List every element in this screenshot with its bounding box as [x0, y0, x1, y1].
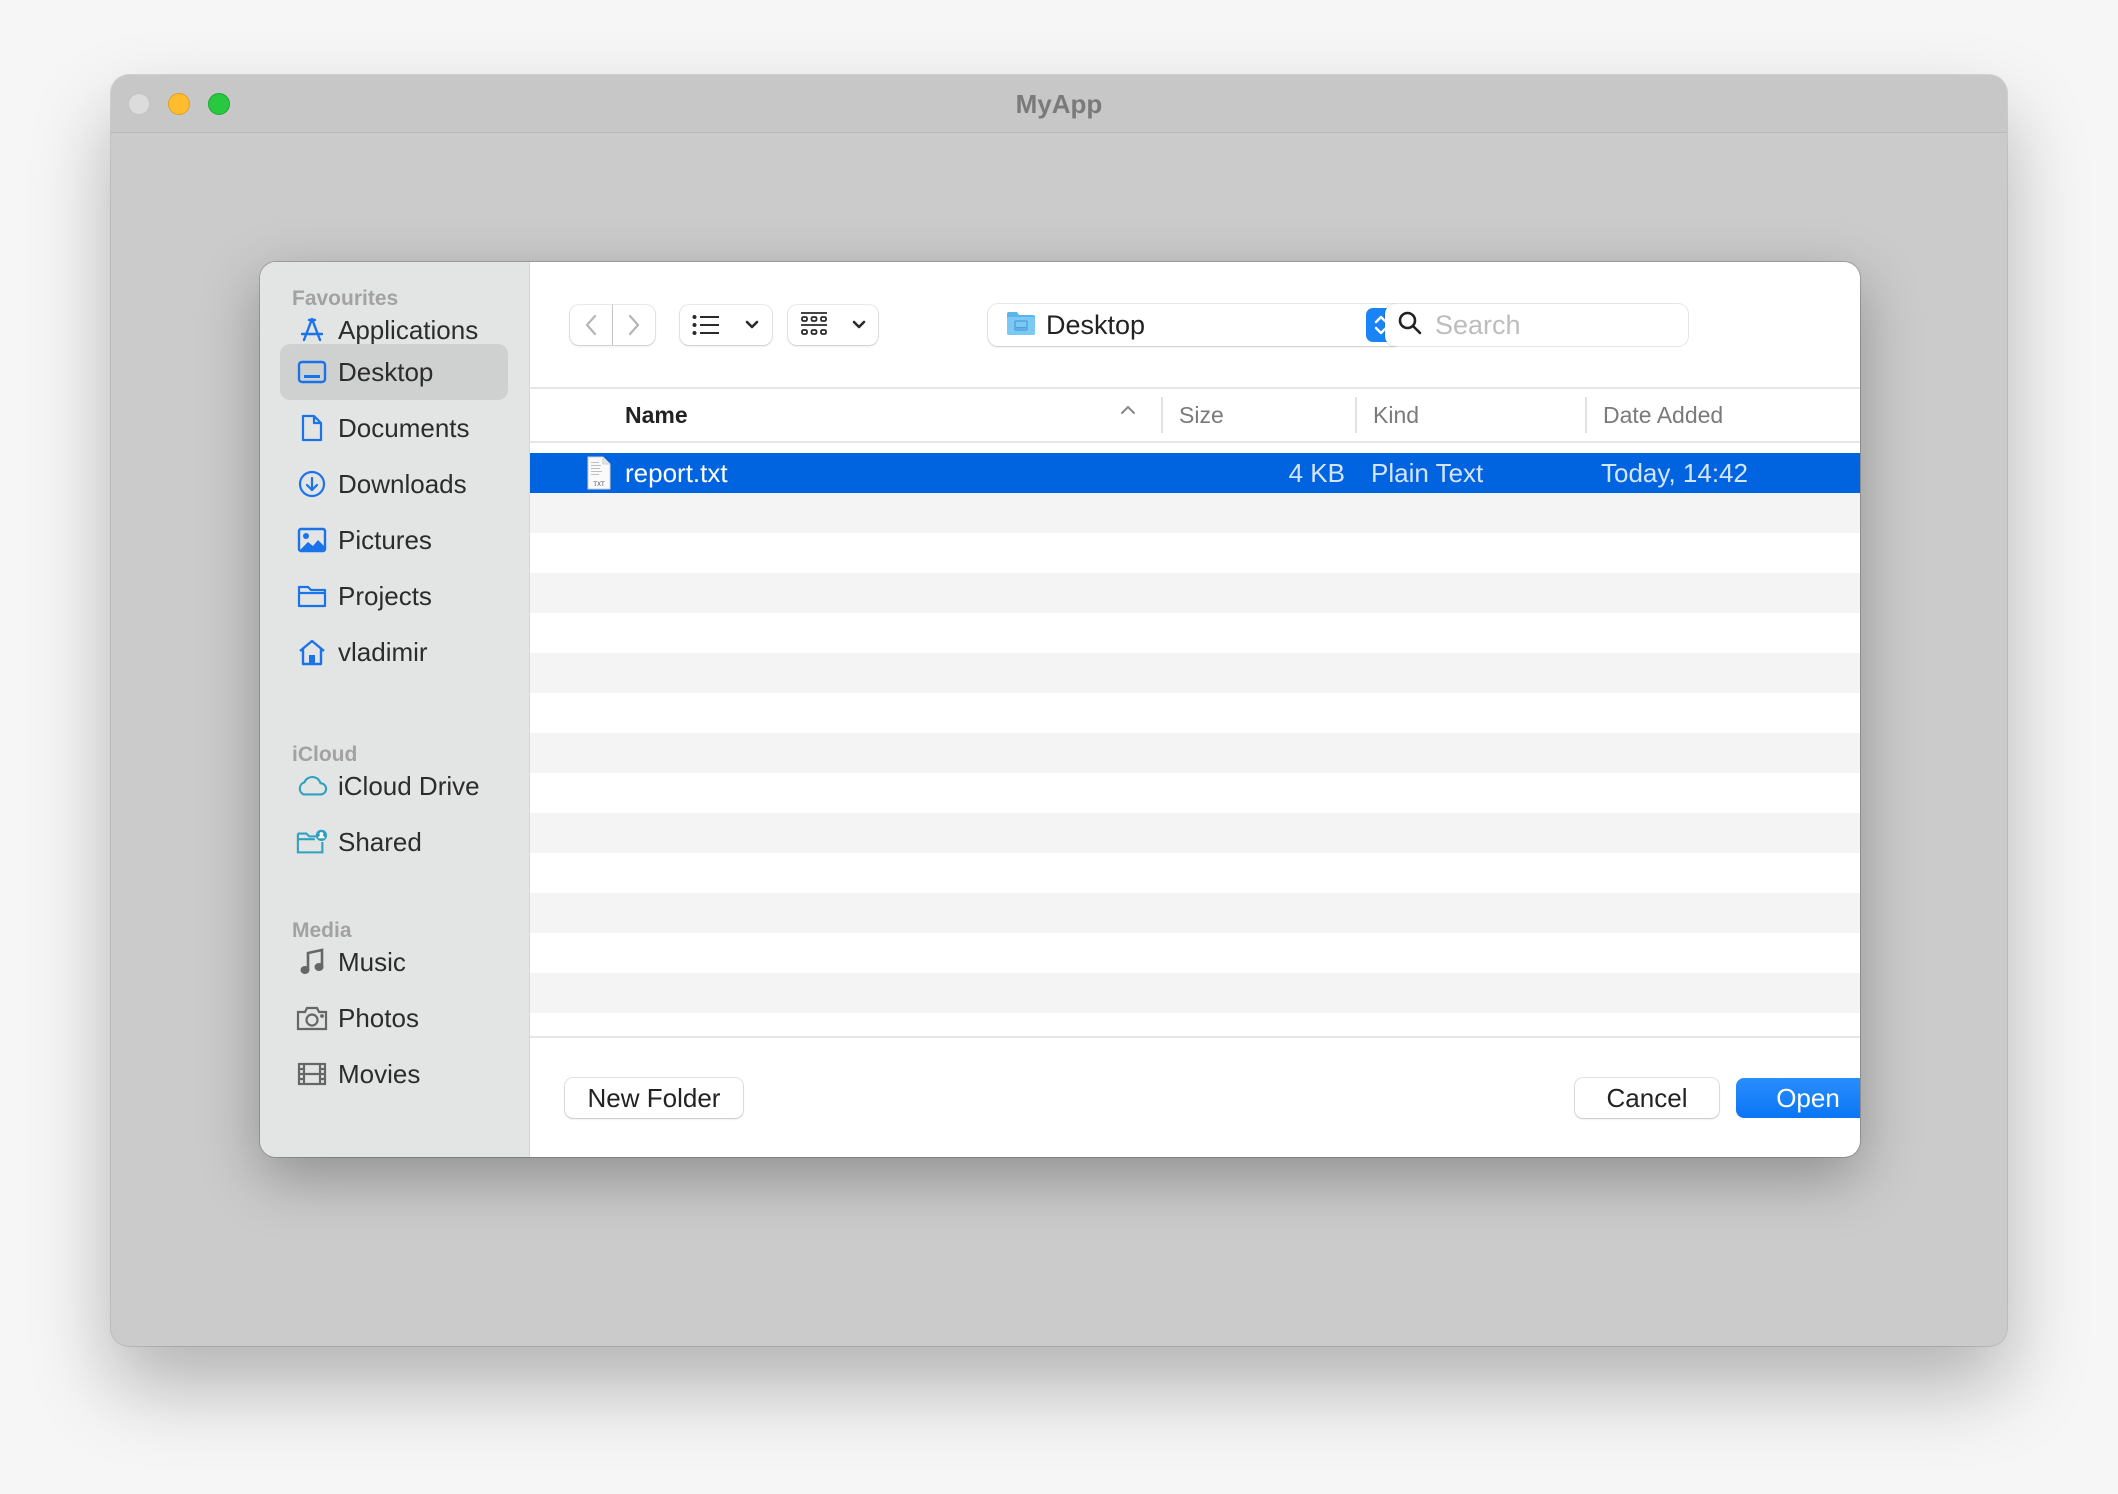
- sidebar-item-shared[interactable]: Shared: [280, 814, 508, 870]
- cloud-icon: [296, 770, 328, 802]
- sidebar-item-photos[interactable]: Photos: [280, 990, 508, 1046]
- shared-folder-icon: [296, 826, 328, 858]
- empty-row: [530, 773, 1860, 813]
- empty-row: [530, 733, 1860, 773]
- applications-icon: [296, 314, 328, 346]
- sidebar-item-label: iCloud Drive: [338, 770, 480, 801]
- file-size: 4 KB: [1288, 457, 1345, 488]
- sidebar-item-label: Documents: [338, 412, 470, 443]
- chevron-right-icon: [628, 314, 640, 336]
- column-header-label: Date Added: [1603, 401, 1724, 428]
- empty-row: [530, 973, 1860, 1013]
- empty-row: [530, 653, 1860, 693]
- file-list: TXT report.txt 4 KB Plain Text Today, 14…: [530, 453, 1860, 1035]
- film-icon: [296, 1058, 328, 1090]
- sidebar-item-label: vladimir: [338, 636, 428, 667]
- column-header-label: Kind: [1373, 401, 1420, 428]
- camera-icon: [296, 1002, 328, 1034]
- footer-divider: [530, 1036, 1860, 1038]
- grid-view-icon: [801, 312, 827, 335]
- column-header-name[interactable]: Name: [625, 389, 1155, 441]
- title-bar[interactable]: MyApp: [111, 75, 2007, 133]
- file-date-added: Today, 14:42: [1601, 457, 1748, 488]
- desktop-folder-icon: [1006, 310, 1036, 341]
- sidebar: Favourites Applications Desktop Document…: [260, 262, 530, 1157]
- sidebar-item-label: Applications: [338, 314, 479, 345]
- column-header-date-added[interactable]: Date Added: [1585, 397, 1860, 433]
- sidebar-item-label: Music: [338, 946, 406, 977]
- empty-row: [530, 853, 1860, 893]
- sidebar-item-label: Movies: [338, 1058, 421, 1089]
- chevron-down-icon: [852, 320, 866, 329]
- sidebar-item-documents[interactable]: Documents: [280, 400, 508, 456]
- sidebar-item-label: Photos: [338, 1002, 419, 1033]
- sort-ascending-icon: [1121, 405, 1135, 414]
- download-icon: [296, 468, 328, 500]
- empty-row: [530, 933, 1860, 973]
- table-header: Name Size Kind Date Added: [530, 387, 1860, 443]
- home-icon: [296, 636, 328, 668]
- open-button[interactable]: Open: [1736, 1078, 1860, 1118]
- list-view-button[interactable]: [680, 305, 772, 345]
- file-row[interactable]: TXT report.txt 4 KB Plain Text Today, 14…: [530, 453, 1860, 493]
- search-input[interactable]: [1433, 308, 1657, 342]
- pictures-icon: [296, 524, 328, 556]
- sidebar-item-label: Downloads: [338, 468, 467, 499]
- search-icon: [1397, 310, 1423, 341]
- empty-row: [530, 613, 1860, 653]
- sidebar-item-label: Pictures: [338, 524, 432, 555]
- sidebar-item-movies[interactable]: Movies: [280, 1046, 508, 1102]
- chevron-left-icon: [585, 314, 597, 336]
- desktop-icon: [296, 356, 328, 388]
- svg-text:TXT: TXT: [592, 481, 605, 488]
- empty-row: [530, 493, 1860, 533]
- document-icon: [296, 412, 328, 444]
- file-name: report.txt: [625, 457, 728, 488]
- chevron-down-icon: [745, 320, 759, 329]
- empty-row: [530, 893, 1860, 933]
- empty-row: [530, 813, 1860, 853]
- new-folder-button[interactable]: New Folder: [565, 1078, 743, 1118]
- sidebar-item-icloud-drive[interactable]: iCloud Drive: [280, 758, 508, 814]
- sidebar-item-label: Projects: [338, 580, 432, 611]
- cancel-button[interactable]: Cancel: [1575, 1078, 1719, 1118]
- column-header-kind[interactable]: Kind: [1355, 397, 1585, 433]
- column-header-label: Name: [625, 401, 688, 428]
- music-note-icon: [296, 946, 328, 978]
- file-kind: Plain Text: [1371, 457, 1484, 488]
- location-popup[interactable]: Desktop: [988, 304, 1402, 346]
- location-label: Desktop: [1046, 309, 1146, 340]
- grid-view-button[interactable]: [788, 305, 878, 345]
- empty-row: [530, 693, 1860, 733]
- search-field[interactable]: [1385, 304, 1688, 346]
- column-header-size[interactable]: Size: [1161, 397, 1355, 433]
- open-file-dialog: Favourites Applications Desktop Document…: [260, 262, 1860, 1157]
- empty-row: [530, 573, 1860, 613]
- folder-icon: [296, 580, 328, 612]
- window-title: MyApp: [1015, 89, 1103, 119]
- sidebar-item-pictures[interactable]: Pictures: [280, 512, 508, 568]
- sidebar-item-label: Desktop: [338, 356, 434, 387]
- sidebar-item-vladimir[interactable]: vladimir: [280, 624, 508, 680]
- column-header-label: Size: [1179, 401, 1224, 428]
- file-browser: Desktop Name Size Kind Date Added TXT: [530, 262, 1860, 1157]
- back-button[interactable]: [570, 305, 612, 345]
- list-view-icon: [692, 315, 719, 335]
- sidebar-item-downloads[interactable]: Downloads: [280, 456, 508, 512]
- sidebar-item-projects[interactable]: Projects: [280, 568, 508, 624]
- text-file-icon: TXT: [586, 453, 612, 493]
- sidebar-item-desktop[interactable]: Desktop: [280, 344, 508, 400]
- forward-button[interactable]: [613, 305, 655, 345]
- sidebar-item-label: Shared: [338, 826, 422, 857]
- sidebar-item-music[interactable]: Music: [280, 934, 508, 990]
- empty-row: [530, 533, 1860, 573]
